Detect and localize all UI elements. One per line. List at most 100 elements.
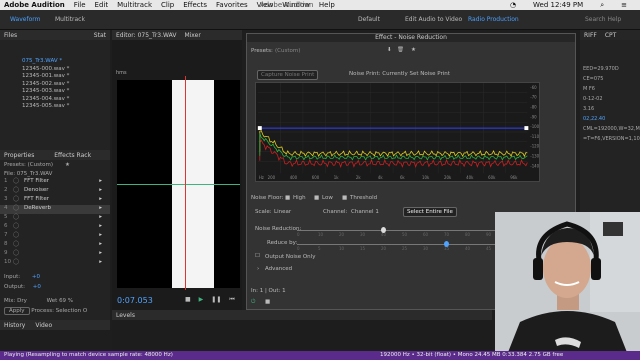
rack-presets-select[interactable]: (Custom) — [28, 162, 53, 168]
slider-thumb[interactable] — [444, 241, 449, 247]
stop-icon[interactable]: ■ — [185, 296, 191, 304]
slider-track[interactable] — [297, 244, 517, 245]
tab-properties[interactable]: Properties — [4, 152, 34, 159]
file-item[interactable]: 12345-003.wav * — [0, 88, 110, 96]
mix-value[interactable]: 69 % — [59, 298, 73, 304]
star-icon[interactable]: ★ — [65, 162, 70, 168]
favorite-star-icon[interactable]: ★ — [411, 47, 416, 53]
output-noise-checkbox[interactable]: ☐ — [255, 253, 260, 259]
effect-slot[interactable]: 7 ◯ ▸ — [0, 232, 110, 241]
legend-low-swatch[interactable]: ■ — [314, 195, 319, 201]
effect-slot[interactable]: 3 ◯ FFT Filter ▸ — [0, 196, 110, 205]
slider-thumb[interactable] — [381, 227, 386, 233]
effect-slot[interactable]: 1 ◯ FFT Filter ▸ — [0, 178, 110, 187]
effect-slot[interactable]: 5 ◯ ▸ — [0, 214, 110, 223]
effect-menu-icon[interactable]: ▸ — [99, 241, 102, 247]
tab-effects-rack[interactable]: Effects Rack — [54, 152, 91, 159]
power-icon[interactable]: ◯ — [13, 214, 19, 220]
effect-menu-icon[interactable]: ▸ — [99, 178, 102, 184]
select-entire-file-button[interactable]: Select Entire File — [403, 207, 457, 217]
power-icon[interactable]: ◯ — [13, 178, 19, 184]
power-icon[interactable]: ◯ — [13, 259, 19, 265]
search-help-input[interactable]: Search Help — [585, 16, 621, 23]
chevron-right-icon[interactable]: › — [257, 266, 259, 272]
tab-video[interactable]: Video — [35, 322, 52, 329]
noise-profile-graph[interactable]: -60 -70 -80 -90 -100 -110 -120 -130 -140 Hz 200 400… — [255, 82, 540, 182]
input-value[interactable]: +0 — [32, 274, 40, 280]
power-icon[interactable]: ◯ — [13, 205, 19, 211]
workspace-edit-video[interactable]: Edit Audio to Video — [405, 16, 462, 23]
file-item[interactable]: 12345-002.wav * — [0, 81, 110, 89]
play-icon[interactable]: ▶ — [199, 296, 204, 304]
wifi-icon[interactable]: ◔ — [510, 1, 516, 9]
effect-menu-icon[interactable]: ▸ — [99, 223, 102, 229]
menu-icon[interactable]: ≡ — [621, 1, 627, 9]
search-icon[interactable]: ⌕ — [600, 1, 604, 10]
files-title[interactable]: Files — [4, 32, 17, 39]
power-icon[interactable]: ◯ — [13, 196, 19, 202]
power-toggle-icon[interactable]: ⏻ — [251, 299, 255, 306]
dialog-presets-select[interactable]: (Custom) — [275, 48, 300, 54]
apply-button[interactable]: Apply — [4, 307, 30, 315]
clock[interactable]: Wed 12:49 PM — [533, 1, 583, 9]
file-item[interactable]: 12345-001.wav * — [0, 73, 110, 81]
tab-history[interactable]: History — [4, 322, 25, 329]
levels-title[interactable]: Levels — [112, 310, 492, 320]
file-item[interactable]: 075_Tr3.WAV * — [0, 58, 110, 66]
effect-slot[interactable]: 4 ◯ DeReverb ▸ — [0, 205, 110, 214]
multitrack-button[interactable]: Multitrack — [55, 16, 85, 23]
dialog-title[interactable]: Effect - Noise Reduction — [247, 34, 575, 42]
effect-menu-icon[interactable]: ▸ — [99, 250, 102, 256]
effect-slot[interactable]: 10 ◯ ▸ — [0, 259, 110, 268]
delete-preset-icon[interactable]: 🗑 — [397, 47, 404, 53]
menu-help[interactable]: Help — [319, 1, 335, 9]
menu-multitrack[interactable]: Multitrack — [117, 1, 152, 9]
tab-cpt[interactable]: CPT — [605, 32, 616, 39]
power-icon[interactable]: ◯ — [13, 187, 19, 193]
skip-back-icon[interactable]: ⏮ — [229, 296, 234, 304]
effect-menu-icon[interactable]: ▸ — [99, 205, 102, 211]
effect-menu-icon[interactable]: ▸ — [99, 214, 102, 220]
control-point[interactable] — [524, 126, 529, 131]
effect-menu-icon[interactable]: ▸ — [99, 187, 102, 193]
workspace-radio[interactable]: Radio Production — [468, 16, 519, 23]
advanced-toggle[interactable]: Advanced — [265, 266, 292, 272]
pause-icon[interactable]: ❚❚ — [211, 296, 221, 304]
legend-high-swatch[interactable]: ■ — [285, 195, 290, 201]
menu-favorites[interactable]: Favorites — [216, 1, 248, 9]
effect-slot[interactable]: 6 ◯ ▸ — [0, 223, 110, 232]
process-select[interactable]: Selection O — [56, 308, 87, 314]
file-item[interactable]: 12345-004.wav * — [0, 96, 110, 104]
workspace-default[interactable]: Default — [358, 16, 380, 23]
menu-effects[interactable]: Effects — [183, 1, 207, 9]
tab-riff[interactable]: RIFF — [584, 32, 597, 39]
effect-slot[interactable]: 8 ◯ ▸ — [0, 241, 110, 250]
slider-track[interactable] — [297, 230, 517, 231]
effect-slot[interactable]: 9 ◯ ▸ — [0, 250, 110, 259]
power-icon[interactable]: ◯ — [13, 223, 19, 229]
effect-menu-icon[interactable]: ▸ — [99, 259, 102, 265]
waveform-button[interactable]: Waveform — [10, 16, 40, 23]
preview-stop-icon[interactable]: ■ — [265, 299, 270, 305]
capture-noise-print-button[interactable]: Capture Noise Print — [257, 70, 319, 80]
legend-threshold-swatch[interactable]: ■ — [342, 195, 347, 201]
output-value[interactable]: +0 — [33, 284, 41, 290]
menu-file[interactable]: File — [74, 1, 86, 9]
power-icon[interactable]: ◯ — [13, 232, 19, 238]
file-item[interactable]: 12345-000.wav * — [0, 66, 110, 74]
file-item[interactable]: 12345-005.wav * — [0, 103, 110, 111]
scale-select[interactable]: Linear — [274, 209, 291, 215]
menu-edit[interactable]: Edit — [95, 1, 109, 9]
app-menu[interactable]: Adobe Audition — [4, 1, 65, 9]
channel-select[interactable]: Channel 1 — [351, 209, 379, 215]
power-icon[interactable]: ◯ — [13, 250, 19, 256]
menu-clip[interactable]: Clip — [161, 1, 174, 9]
editor-title[interactable]: Editor: 075_Tr3.WAV — [116, 32, 176, 39]
power-icon[interactable]: ◯ — [13, 241, 19, 247]
save-preset-icon[interactable]: ⬇ — [387, 47, 392, 53]
effect-menu-icon[interactable]: ▸ — [99, 196, 102, 202]
effect-slot[interactable]: 2 ◯ Denoiser ▸ — [0, 187, 110, 196]
effect-menu-icon[interactable]: ▸ — [99, 232, 102, 238]
tab-mixer[interactable]: Mixer — [184, 32, 200, 39]
playhead[interactable] — [185, 76, 186, 290]
